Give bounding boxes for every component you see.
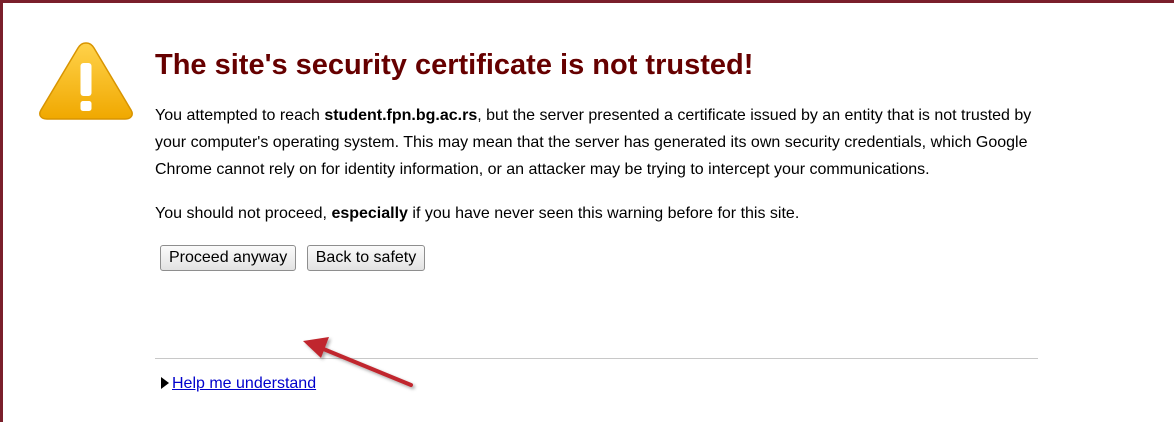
help-me-understand-link[interactable]: Help me understand (172, 375, 316, 392)
divider (155, 358, 1038, 359)
advice-paragraph: You should not proceed, especially if yo… (155, 200, 1040, 227)
back-to-safety-button[interactable]: Back to safety (306, 245, 426, 271)
page-title: The site's security certificate is not t… (155, 49, 754, 81)
help-toggle[interactable]: Help me understand (161, 374, 316, 394)
warning-icon (39, 42, 133, 120)
expand-triangle-icon[interactable] (161, 377, 169, 389)
advice-suffix: if you have never seen this warning befo… (407, 205, 800, 222)
target-host: student.fpn.bg.ac.rs (324, 107, 478, 124)
explanation-prefix: You attempted to reach (155, 107, 325, 124)
proceed-anyway-button[interactable]: Proceed anyway (160, 245, 297, 271)
action-buttons: Proceed anyway Back to safety (155, 245, 1040, 275)
interstitial-page: The site's security certificate is not t… (0, 0, 1174, 422)
message-content: The site's security certificate is not t… (155, 47, 1040, 275)
advice-prefix: You should not proceed, (155, 205, 332, 222)
explanation-paragraph: You attempted to reach student.fpn.bg.ac… (155, 102, 1040, 183)
advice-emphasis: especially (331, 205, 408, 222)
